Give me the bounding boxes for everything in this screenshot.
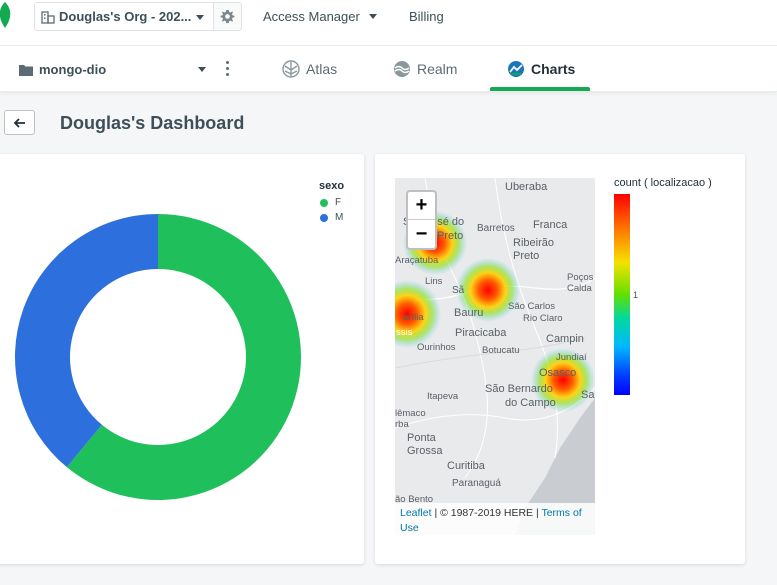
zoom-in-button[interactable]: + bbox=[408, 192, 435, 220]
map-label: Piracicaba bbox=[455, 327, 507, 339]
atlas-icon bbox=[282, 60, 300, 78]
map-label: ssis bbox=[396, 327, 413, 338]
donut-slice-m[interactable] bbox=[15, 214, 158, 468]
legend-label-m: M bbox=[335, 212, 344, 223]
map-label: Bauru bbox=[454, 307, 484, 319]
arrow-left-icon bbox=[13, 117, 25, 128]
map-label: Ribeirão bbox=[513, 237, 554, 249]
map-label: Calda bbox=[567, 283, 592, 294]
map-label: Barretos bbox=[477, 223, 515, 234]
tab-charts[interactable]: Charts bbox=[507, 46, 575, 92]
kebab-menu-icon[interactable] bbox=[226, 61, 230, 77]
map-label: Campin bbox=[546, 333, 584, 345]
project-selector[interactable]: mongo-dio bbox=[19, 62, 106, 77]
legend-swatch-f bbox=[320, 198, 328, 207]
map-label: Preto bbox=[513, 250, 540, 262]
map-label: lêmaco bbox=[395, 408, 426, 419]
map-label: Araçatuba bbox=[395, 255, 439, 266]
access-manager-chevron-icon[interactable] bbox=[369, 14, 377, 19]
map-label: arília bbox=[403, 312, 424, 323]
map-label: São Carlos bbox=[508, 301, 555, 312]
realm-icon bbox=[394, 61, 410, 77]
map-label: Botucatu bbox=[482, 345, 520, 356]
project-name: mongo-dio bbox=[39, 62, 107, 77]
map-label: Sa bbox=[581, 389, 595, 401]
map-label: Preto bbox=[437, 230, 464, 242]
colorbar-title: count ( localizacao ) bbox=[614, 177, 712, 189]
project-chevron-down-icon[interactable] bbox=[198, 67, 206, 72]
attribution-text: | © 1987-2019 HERE | bbox=[431, 507, 542, 519]
map-label: Ponta bbox=[407, 432, 436, 444]
map-label: Sã bbox=[452, 285, 465, 296]
map-label: Ourinhos bbox=[417, 342, 456, 353]
tab-atlas[interactable]: Atlas bbox=[282, 46, 337, 92]
colorbar-tick-label: 1 bbox=[633, 290, 639, 300]
map-label: Grossa bbox=[407, 445, 443, 457]
folder-icon bbox=[19, 64, 33, 76]
map-label: Curitiba bbox=[447, 460, 485, 472]
active-tab-indicator bbox=[490, 87, 590, 91]
chevron-down-icon bbox=[196, 15, 204, 20]
map-label: Uberaba bbox=[505, 181, 548, 193]
top-bar: Douglas's Org - 202... Access Manager Bi… bbox=[0, 0, 777, 46]
mongodb-leaf-icon[interactable] bbox=[0, 2, 14, 28]
map-label: Osasco bbox=[539, 367, 577, 379]
legend-title: sexo bbox=[319, 180, 345, 192]
map-label: Franca bbox=[533, 219, 568, 231]
map-label: Jundiaí bbox=[556, 352, 587, 363]
leaflet-link[interactable]: Leaflet bbox=[400, 507, 432, 519]
access-manager-menu[interactable]: Access Manager bbox=[263, 9, 360, 24]
project-nav-bar: mongo-dio Atlas Realm Charts bbox=[0, 46, 777, 92]
tab-realm[interactable]: Realm bbox=[393, 46, 457, 92]
legend-item-m[interactable]: M bbox=[320, 212, 343, 223]
back-button[interactable] bbox=[4, 110, 35, 135]
org-selector[interactable]: Douglas's Org - 202... bbox=[34, 2, 214, 31]
building-icon bbox=[41, 10, 55, 24]
donut-chart bbox=[15, 214, 302, 500]
dashboard-title: Douglas's Dashboard bbox=[60, 113, 245, 133]
colorbar bbox=[614, 194, 630, 395]
map-label: Rio Claro bbox=[523, 313, 563, 324]
org-name: Douglas's Org - 202... bbox=[59, 9, 192, 24]
map-zoom-control: + − bbox=[406, 190, 437, 250]
map-label: Poços bbox=[567, 272, 594, 283]
charts-icon bbox=[508, 61, 524, 77]
map-label: do Campo bbox=[505, 397, 556, 409]
map-label: São Bernardo bbox=[485, 383, 553, 395]
map-attribution: Leaflet | © 1987-2019 HERE | Terms of Us… bbox=[395, 503, 595, 535]
billing-link[interactable]: Billing bbox=[409, 9, 444, 24]
map-label: Itapeva bbox=[427, 391, 459, 402]
map-label: Paranaguá bbox=[452, 478, 501, 489]
gear-icon bbox=[220, 9, 235, 24]
legend-label-f: F bbox=[335, 197, 342, 208]
legend-item-f[interactable]: F bbox=[320, 197, 341, 208]
zoom-out-button[interactable]: − bbox=[408, 220, 435, 248]
tab-atlas-label: Atlas bbox=[306, 61, 338, 77]
org-settings-button[interactable] bbox=[213, 2, 242, 31]
legend-swatch-m bbox=[320, 213, 328, 222]
tab-charts-label: Charts bbox=[531, 61, 576, 77]
tab-realm-label: Realm bbox=[417, 61, 458, 77]
map-label: rba bbox=[395, 419, 409, 430]
map-label: Lins bbox=[425, 276, 443, 287]
